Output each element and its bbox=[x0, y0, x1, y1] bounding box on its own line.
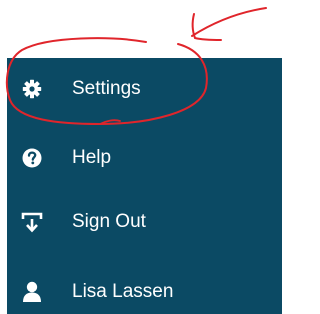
question-circle-icon bbox=[20, 146, 44, 170]
user-menu-panel: Settings Help Sign Out Lisa Lassen bbox=[7, 58, 282, 314]
sign-out-icon bbox=[20, 210, 44, 234]
screenshot-stage: Settings Help Sign Out Lisa Lassen bbox=[0, 0, 282, 314]
user-icon bbox=[20, 280, 44, 304]
menu-item-label: Help bbox=[72, 147, 112, 168]
menu-item-user-profile[interactable]: Lisa Lassen bbox=[7, 263, 282, 314]
gear-icon bbox=[20, 77, 44, 101]
menu-item-label: Settings bbox=[72, 78, 141, 99]
menu-item-settings[interactable]: Settings bbox=[7, 60, 282, 118]
menu-item-help[interactable]: Help bbox=[7, 129, 282, 187]
menu-item-label: Sign Out bbox=[72, 211, 146, 232]
menu-item-sign-out[interactable]: Sign Out bbox=[7, 193, 282, 251]
menu-item-label: Lisa Lassen bbox=[72, 281, 174, 302]
